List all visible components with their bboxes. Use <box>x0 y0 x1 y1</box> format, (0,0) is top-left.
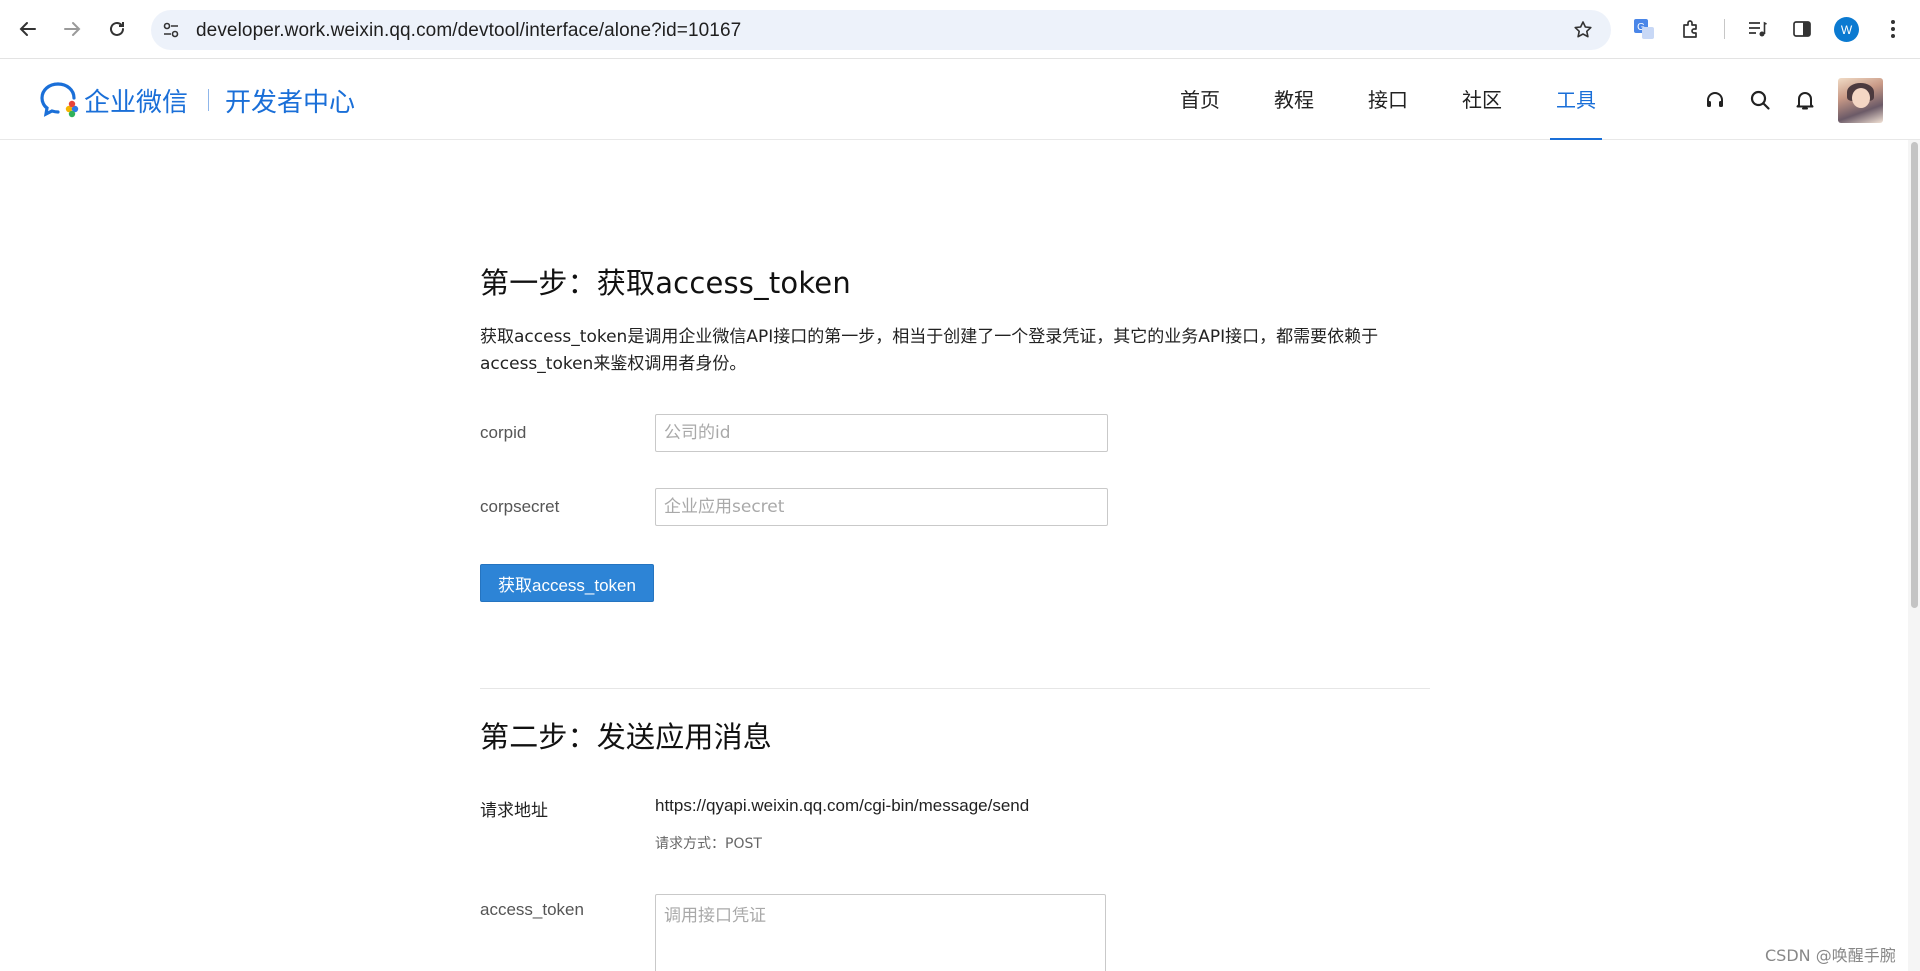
reload-button[interactable] <box>102 14 132 44</box>
url-text: developer.work.weixin.qq.com/devtool/int… <box>196 20 742 41</box>
brand-name: 企业微信 <box>84 87 189 118</box>
step1-description: 获取access_token是调用企业微信API接口的第一步，相当于创建了一个登… <box>480 327 1379 374</box>
nav-api[interactable]: 接口 <box>1368 60 1408 140</box>
logo-divider <box>208 89 210 111</box>
corpid-input[interactable] <box>655 414 1108 452</box>
headset-support-icon[interactable] <box>1702 87 1728 113</box>
forward-button[interactable] <box>57 14 87 44</box>
reload-icon <box>110 21 124 36</box>
access-token-textarea[interactable] <box>655 894 1106 971</box>
avatar-face <box>1852 88 1870 108</box>
request-method-note: 请求方式：POST <box>655 836 762 852</box>
toolbar-divider <box>1724 19 1725 39</box>
browser-menu-icon[interactable] <box>1879 15 1907 43</box>
request-url-label: 请求地址 <box>480 801 548 821</box>
site-logo[interactable]: 企业微信 开发者中心 <box>38 80 355 120</box>
access-token-label: access_token <box>480 900 584 919</box>
nav-community[interactable]: 社区 <box>1462 60 1502 140</box>
media-controls-icon[interactable] <box>1743 15 1771 43</box>
nav-tutorials[interactable]: 教程 <box>1274 60 1314 140</box>
step2-title: 第二步：发送应用消息 <box>480 720 773 754</box>
site-settings-icon[interactable] <box>161 20 181 40</box>
request-url-value: https://qyapi.weixin.qq.com/cgi-bin/mess… <box>655 796 1030 815</box>
nav-tools[interactable]: 工具 <box>1550 60 1602 140</box>
page-scrollbar[interactable] <box>1908 140 1920 971</box>
address-bar[interactable]: developer.work.weixin.qq.com/devtool/int… <box>151 10 1611 50</box>
get-access-token-button[interactable]: 获取access_token <box>480 564 654 602</box>
back-arrow-icon <box>19 22 36 36</box>
bookmark-star-icon[interactable] <box>1571 18 1595 42</box>
notification-bell-icon[interactable] <box>1792 87 1818 113</box>
corpsecret-input[interactable] <box>655 488 1108 526</box>
main-nav: 首页 教程 接口 社区 工具 <box>1180 60 1650 140</box>
back-button[interactable] <box>13 14 43 44</box>
site-header: 企业微信 开发者中心 首页 教程 接口 社区 工具 <box>0 60 1920 140</box>
search-icon[interactable] <box>1747 87 1773 113</box>
wecom-logo-icon <box>40 82 79 118</box>
step1-title: 第一步：获取access_token <box>480 266 851 300</box>
corpsecret-label: corpsecret <box>480 497 560 516</box>
nav-home[interactable]: 首页 <box>1180 60 1220 140</box>
browser-toolbar: developer.work.weixin.qq.com/devtool/int… <box>0 0 1920 59</box>
user-avatar[interactable] <box>1838 78 1883 123</box>
browser-profile-avatar[interactable]: W <box>1834 17 1859 42</box>
sub-brand-name: 开发者中心 <box>225 87 356 118</box>
corpid-label: corpid <box>480 423 527 442</box>
extensions-puzzle-icon[interactable] <box>1677 15 1705 43</box>
scrollbar-thumb[interactable] <box>1911 142 1918 608</box>
forward-arrow-icon <box>64 22 81 36</box>
translate-extension-icon[interactable]: G <box>1630 15 1658 43</box>
side-panel-icon[interactable] <box>1788 15 1816 43</box>
watermark-text: CSDN @唤醒手腕 <box>1765 946 1896 965</box>
section-divider <box>480 688 1430 689</box>
